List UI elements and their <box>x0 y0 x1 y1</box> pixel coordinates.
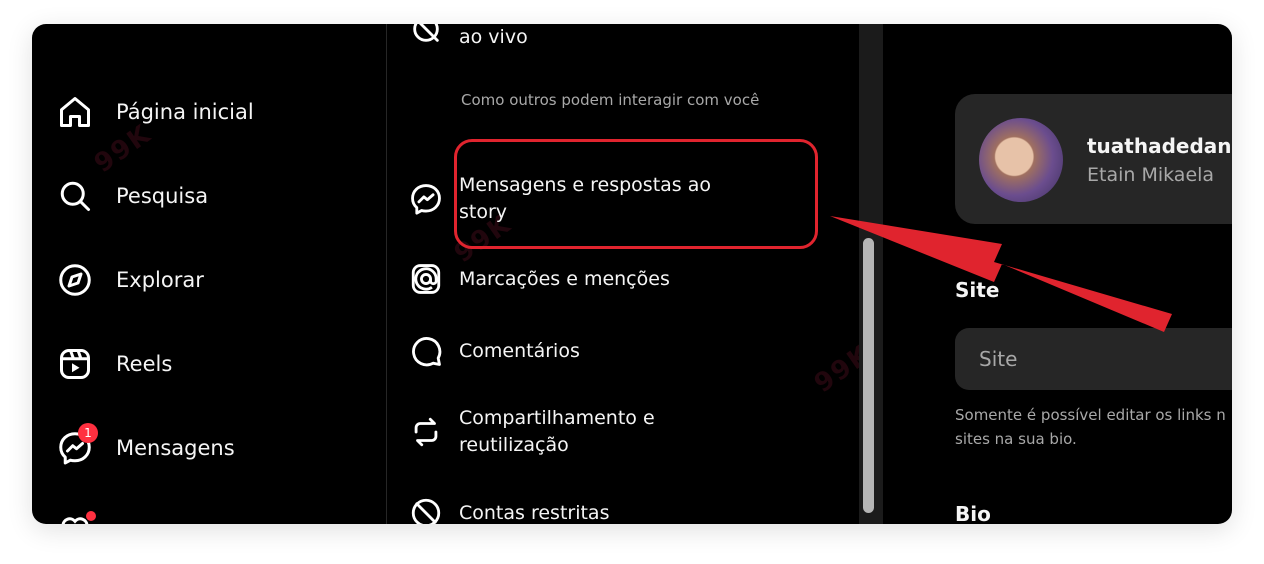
settings-item-label: Comentários <box>459 340 580 362</box>
notification-dot <box>86 511 96 521</box>
settings-item-sharing[interactable]: Compartilhamento e reutilização <box>414 405 699 459</box>
sidebar-item-home[interactable]: Página inicial <box>56 90 254 134</box>
settings-item-label: Compartilhamento e reutilização <box>459 407 655 456</box>
profile-full-name: Etain Mikaela <box>1087 164 1215 186</box>
settings-list: ao vivo Como outros podem interagir com … <box>387 24 859 524</box>
profile-username: tuathadedan <box>1087 134 1232 158</box>
heart-icon <box>56 511 96 524</box>
sidebar-nav: Página inicial Pesquisa Explorar Reels 1… <box>32 24 387 524</box>
messenger-icon <box>409 182 443 216</box>
sidebar-item-explore[interactable]: Explorar <box>56 258 204 302</box>
sidebar-item-label: Explorar <box>116 268 204 292</box>
bio-label: Bio <box>955 502 991 524</box>
settings-item-restricted[interactable]: Contas restritas <box>411 498 610 524</box>
reels-icon <box>56 345 94 383</box>
section-label: Como outros podem interagir com você <box>461 91 760 109</box>
settings-item-label: ao vivo <box>459 26 528 48</box>
restricted-icon <box>409 496 443 524</box>
sidebar-item-search[interactable]: Pesquisa <box>56 174 208 218</box>
repost-icon <box>409 415 443 449</box>
sidebar-item-label: Mensagens <box>116 436 235 460</box>
settings-item-comments[interactable]: Comentários <box>412 337 580 367</box>
settings-item-live[interactable]: ao vivo <box>413 24 528 51</box>
settings-item-story-replies[interactable]: Mensagens e respostas ao story <box>411 172 749 226</box>
settings-item-label: Mensagens e respostas ao story <box>459 174 711 223</box>
edit-profile-panel: tuathadedan Etain Mikaela Site Somente é… <box>883 24 1232 524</box>
live-off-icon <box>409 24 443 46</box>
avatar[interactable] <box>979 118 1063 202</box>
scrollbar-thumb[interactable] <box>863 238 874 513</box>
site-helper-text: Somente é possível editar os links n sit… <box>955 406 1226 448</box>
profile-card: tuathadedan Etain Mikaela <box>955 94 1232 224</box>
sidebar-item-reels[interactable]: Reels <box>56 342 172 386</box>
settings-item-tags-mentions[interactable]: Marcações e menções <box>411 264 670 294</box>
home-icon <box>56 93 94 131</box>
unread-badge: 1 <box>78 423 98 443</box>
search-icon <box>56 177 94 215</box>
comment-icon <box>409 334 443 368</box>
compass-icon <box>56 261 94 299</box>
at-icon <box>409 262 443 296</box>
site-label: Site <box>955 278 1000 302</box>
sidebar-item-label: Página inicial <box>116 100 254 124</box>
site-input[interactable] <box>955 328 1232 390</box>
settings-item-label: Contas restritas <box>459 502 610 524</box>
sidebar-item-label: Pesquisa <box>116 184 209 208</box>
sidebar-item-notifications[interactable] <box>56 508 116 524</box>
messenger-icon: 1 <box>56 423 98 467</box>
sidebar-item-messages[interactable]: 1 Mensagens <box>56 423 235 470</box>
sidebar-item-label: Reels <box>116 352 173 376</box>
app-window: 99K 99K 99K Página inicial Pesquisa Expl… <box>32 24 1232 524</box>
settings-item-label: Marcações e menções <box>459 268 670 290</box>
